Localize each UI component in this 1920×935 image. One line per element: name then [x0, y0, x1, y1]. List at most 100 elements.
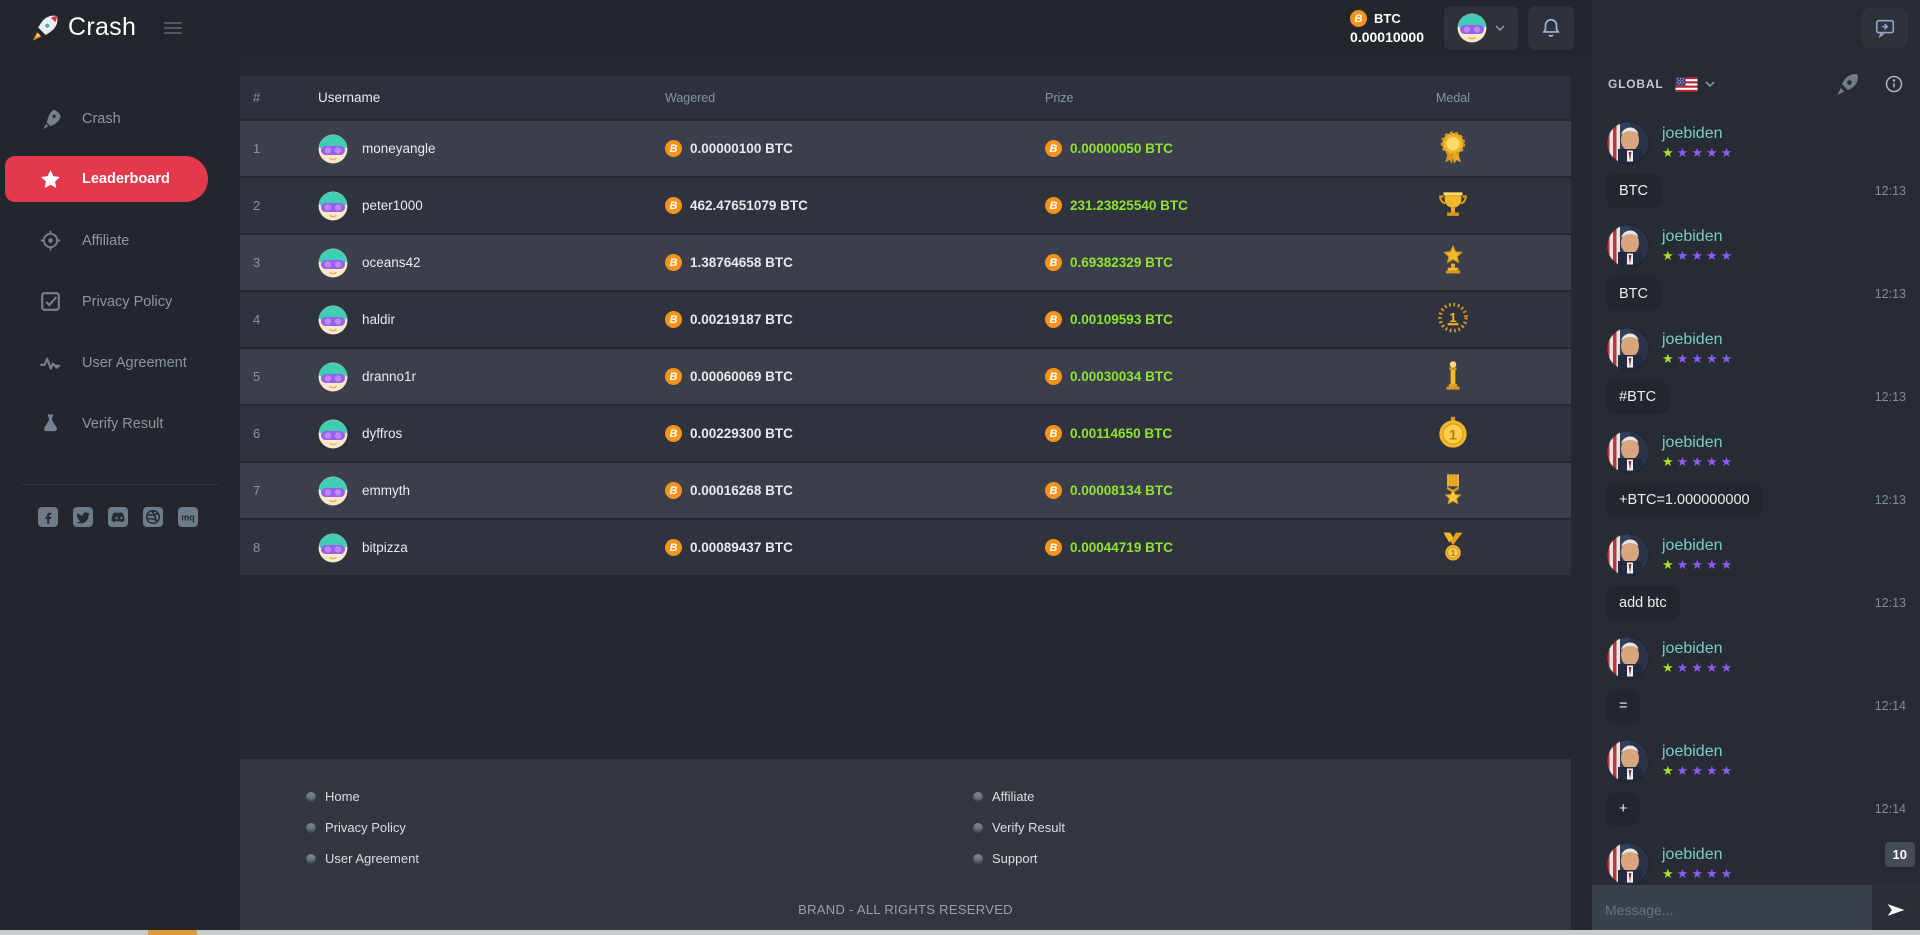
- chat-user-avatar: [1606, 121, 1650, 165]
- sidebar-item-label: Crash: [82, 110, 121, 127]
- table-row: 4 haldir B 0.00219187 BTC B 0.00109593 BTC 1: [240, 292, 1571, 347]
- star-icon: ★: [1691, 351, 1706, 366]
- chat-user-avatar: [1606, 842, 1650, 885]
- chat-message: joebiden ★★★★★ +BTC=1.000000000 12:13: [1606, 430, 1906, 517]
- chat-user-avatar: [1606, 533, 1650, 577]
- star-ribbon-medal-icon: [1335, 472, 1571, 510]
- unread-count-badge[interactable]: 10: [1884, 842, 1915, 867]
- message-bubble: BTC: [1606, 174, 1661, 208]
- wagered-cell: B 0.00219187 BTC: [665, 311, 1045, 328]
- user-menu-button[interactable]: [1444, 5, 1518, 50]
- star-icon: ★: [1720, 763, 1736, 778]
- footer-link-support[interactable]: Support: [973, 843, 1065, 874]
- svg-text:1: 1: [1449, 309, 1456, 324]
- wagered-cell: B 0.00016268 BTC: [665, 482, 1045, 499]
- rank-cell: 8: [253, 540, 261, 555]
- send-button[interactable]: [1872, 885, 1920, 935]
- footer: Home Privacy Policy User Agreement Affilia…: [240, 759, 1571, 935]
- username-cell: dyffros: [318, 419, 665, 449]
- star-icon: ★: [1705, 351, 1721, 366]
- notifications-button[interactable]: [1528, 5, 1574, 50]
- dribbble-icon[interactable]: [143, 507, 163, 527]
- rocket-logo-icon[interactable]: [30, 13, 60, 43]
- sidebar-item-label: Affiliate: [82, 232, 130, 249]
- chat-toggle-button[interactable]: [1862, 8, 1908, 48]
- star-icon: ★: [1676, 351, 1692, 366]
- chat-username[interactable]: joebiden: [1662, 331, 1735, 349]
- star-icon: ★: [1676, 660, 1692, 675]
- table-row: 6 dyffros B 0.00229300 BTC B 0.00114650 BTC 1: [240, 406, 1571, 461]
- sidebar-item-leaderboard[interactable]: Leaderboard: [5, 156, 208, 202]
- channel-selector[interactable]: GLOBAL: [1608, 76, 1716, 92]
- column-header-medal: Medal: [1435, 90, 1471, 105]
- rocket-icon: [38, 108, 62, 129]
- info-icon[interactable]: [1884, 74, 1904, 94]
- chat-input-bar: [1592, 885, 1920, 935]
- message-time: 12:13: [1874, 596, 1906, 610]
- chat-messages[interactable]: joebiden ★★★★★ BTC 12:13 joebiden ★★★★★ BTC 12:…: [1592, 113, 1920, 885]
- star-icon: ★: [1676, 763, 1692, 778]
- star-icon: ★: [1691, 248, 1706, 263]
- star-icon: ★: [1720, 145, 1736, 160]
- chat-username[interactable]: joebiden: [1662, 228, 1735, 246]
- wagered-cell: B 0.00229300 BTC: [665, 425, 1045, 442]
- footer-link-privacy-policy[interactable]: Privacy Policy: [306, 812, 419, 843]
- scrollbar-thumb[interactable]: [148, 930, 197, 935]
- chat-username[interactable]: joebiden: [1662, 537, 1735, 555]
- star-icon: ★: [1662, 763, 1677, 778]
- horizontal-scrollbar[interactable]: [0, 930, 1920, 935]
- chat-username[interactable]: joebiden: [1662, 640, 1735, 658]
- discord-icon[interactable]: [108, 507, 128, 527]
- prize-cell: B 0.00008134 BTC: [1045, 482, 1335, 499]
- table-row: 3 oceans42 B 1.38764658 BTC B 0.69382329 BTC: [240, 235, 1571, 290]
- brand-title[interactable]: Crash: [68, 13, 136, 42]
- star-icon: ★: [1720, 248, 1736, 263]
- twitter-icon[interactable]: [73, 507, 93, 527]
- bitcoin-icon: B: [665, 140, 682, 157]
- star-icon: ★: [1720, 660, 1736, 675]
- footer-link-affiliate[interactable]: Affiliate: [973, 781, 1065, 812]
- medium-icon[interactable]: mq: [178, 507, 198, 527]
- sidebar-item-user-agreement[interactable]: User Agreement: [0, 332, 240, 393]
- sidebar-item-affiliate[interactable]: Affiliate: [0, 210, 240, 271]
- wagered-cell: B 0.00089437 BTC: [665, 539, 1045, 556]
- hamburger-menu-icon[interactable]: [164, 19, 183, 37]
- chat-username[interactable]: joebiden: [1662, 743, 1735, 761]
- username-cell: haldir: [318, 305, 665, 335]
- message-input[interactable]: [1592, 885, 1872, 935]
- checkbox-icon: [38, 291, 62, 312]
- bell-icon: [1540, 17, 1562, 39]
- sidebar-item-crash[interactable]: Crash: [0, 88, 240, 149]
- rank-cell: 2: [253, 198, 261, 213]
- wagered-cell: B 1.38764658 BTC: [665, 254, 1045, 271]
- rank-cell: 6: [253, 426, 261, 441]
- facebook-icon[interactable]: [38, 507, 58, 527]
- flask-icon: [38, 413, 62, 434]
- user-rating: ★★★★★: [1662, 660, 1735, 676]
- user-rating: ★★★★★: [1662, 248, 1735, 264]
- player-avatar: [318, 476, 348, 506]
- chat-username[interactable]: joebiden: [1662, 125, 1735, 143]
- sidebar-item-label: Privacy Policy: [82, 293, 173, 310]
- chat-username[interactable]: joebiden: [1662, 434, 1735, 452]
- sidebar-item-privacy-policy[interactable]: Privacy Policy: [0, 271, 240, 332]
- footer-link-home[interactable]: Home: [306, 781, 419, 812]
- laurel-wreath-icon: 1: [1335, 301, 1571, 339]
- user-rating: ★★★★★: [1662, 557, 1735, 573]
- chat-message: joebiden ★★★★★ add btc 12:13: [1606, 533, 1906, 620]
- message-bubble: #BTC: [1606, 380, 1670, 414]
- player-avatar: [318, 305, 348, 335]
- bitcoin-icon: B: [665, 254, 682, 271]
- copyright-text: BRAND - ALL RIGHTS RESERVED: [798, 902, 1013, 917]
- rocket-gray-icon[interactable]: [1835, 72, 1860, 97]
- star-icon: ★: [1720, 866, 1736, 881]
- wallet-balance[interactable]: B BTC 0.00010000: [1350, 10, 1424, 45]
- wagered-cell: B 462.47651079 BTC: [665, 197, 1045, 214]
- footer-link-user-agreement[interactable]: User Agreement: [306, 843, 419, 874]
- globe-bullet-icon: [306, 853, 316, 864]
- player-avatar: [318, 533, 348, 563]
- chat-username[interactable]: joebiden: [1662, 846, 1735, 864]
- sidebar-item-verify-result[interactable]: Verify Result: [0, 393, 240, 454]
- player-avatar: [318, 419, 348, 449]
- footer-link-verify-result[interactable]: Verify Result: [973, 812, 1065, 843]
